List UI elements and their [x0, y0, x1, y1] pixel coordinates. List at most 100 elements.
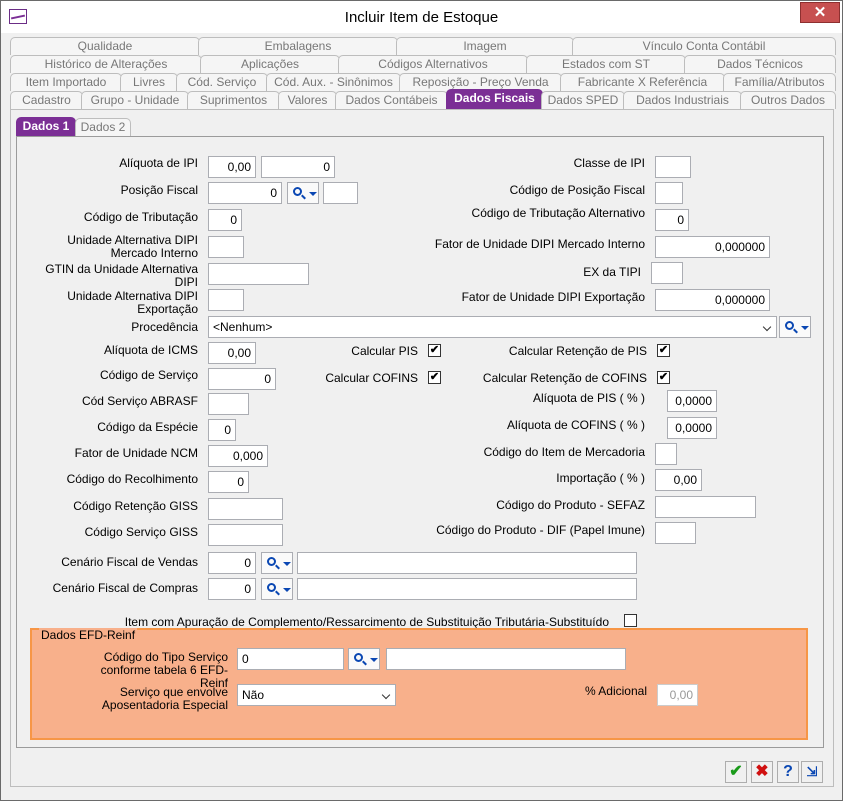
aliquota-cofins-input[interactable]: 0,0000	[667, 417, 717, 439]
cancel-button[interactable]: ✖	[751, 761, 773, 783]
tab-dados-tecnicos[interactable]: Dados Técnicos	[684, 55, 836, 73]
aliquota-ipi-input[interactable]: 0,00	[208, 156, 256, 178]
tab-qualidade[interactable]: Qualidade	[10, 37, 200, 55]
tab-embalagens[interactable]: Embalagens	[198, 37, 398, 55]
cod-servico-abrasf-input[interactable]	[208, 393, 249, 415]
tab-outros-dados[interactable]: Outros Dados	[740, 91, 836, 109]
tab-dados-fiscais[interactable]: Dados Fiscais	[446, 89, 543, 109]
subtab-dados-1[interactable]: Dados 1	[16, 117, 76, 136]
tab-valores[interactable]: Valores	[278, 91, 337, 109]
label-codigo-servico: Código de Serviço	[99, 368, 198, 382]
label-procedencia: Procedência	[131, 320, 198, 334]
label-calcular-cofins: Calcular COFINS	[325, 371, 418, 385]
posicao-fiscal-search-button[interactable]	[287, 182, 319, 204]
subtab-dados-2[interactable]: Dados 2	[75, 118, 131, 136]
tab-cod-aux-sinonimos[interactable]: Cód. Aux. - Sinônimos	[266, 73, 401, 91]
cenario-compras-search-button[interactable]	[261, 578, 293, 600]
adicional-input[interactable]: 0,00	[657, 684, 698, 706]
label-codigo-produto-sefaz: Código do Produto - SEFAZ	[496, 498, 645, 512]
cenario-compras-input[interactable]: 0	[208, 578, 256, 600]
tab-cod-servico[interactable]: Cód. Serviço	[176, 73, 268, 91]
tab-item-importado[interactable]: Item Importado	[10, 73, 122, 91]
label-cod-servico-abrasf: Cód Serviço ABRASF	[81, 394, 198, 408]
label-codigo-tributacao: Código de Tributação	[83, 210, 198, 224]
dropdown-arrow-icon	[309, 192, 317, 196]
calc-ret-pis-checkbox[interactable]: ✔	[657, 344, 670, 357]
gtin-input[interactable]	[208, 263, 309, 285]
help-button[interactable]: ?	[777, 761, 799, 783]
label-ex-tipi: EX da TIPI	[583, 265, 641, 279]
tipo-servico-input[interactable]: 0	[237, 648, 344, 670]
fator-dipi-exp-input[interactable]: 0,000000	[655, 289, 770, 311]
calcular-cofins-checkbox[interactable]: ✔	[428, 371, 441, 384]
aposentadoria-especial-value: Não	[242, 688, 265, 702]
codigo-produto-sefaz-input[interactable]	[655, 496, 756, 518]
codigo-servico-giss-input[interactable]	[208, 524, 283, 546]
label-cenario-vendas: Cenário Fiscal de Vendas	[61, 555, 198, 569]
codigo-recolhimento-input[interactable]: 0	[208, 471, 249, 493]
label-aliquota-icms: Alíquota de ICMS	[103, 343, 198, 357]
posicao-fiscal-input[interactable]: 0	[208, 182, 282, 204]
label-unidade-alternativa-dipi-mi: Unidade Alternativa DIPI Mercado Interno	[67, 233, 198, 260]
tab-fabricante-referencia[interactable]: Fabricante X Referência	[560, 73, 725, 91]
fator-ncm-input[interactable]: 0,000	[208, 445, 268, 467]
close-button[interactable]: ✕	[800, 2, 840, 23]
label-fator-dipi-mi: Fator de Unidade DIPI Mercado Interno	[434, 237, 645, 251]
ex-tipi-input[interactable]	[651, 262, 683, 284]
label-codigo-tributacao-alt: Código de Tributação Alternativo	[471, 206, 645, 220]
label-codigo-retencao-giss: Código Retenção GISS	[73, 499, 198, 513]
calcular-pis-checkbox[interactable]: ✔	[428, 344, 441, 357]
label-posicao-fiscal: Posição Fiscal	[120, 183, 198, 197]
procedencia-search-button[interactable]	[779, 316, 811, 338]
tab-estados-com-st[interactable]: Estados com ST	[526, 55, 686, 73]
cenario-compras-desc-input[interactable]	[297, 578, 637, 600]
label-gtin: GTIN da Unidade Alternativa DIPI	[45, 262, 198, 289]
label-codigo-servico-giss: Código Serviço GISS	[84, 525, 198, 539]
codigo-especie-input[interactable]: 0	[208, 419, 236, 441]
tab-aplicacoes[interactable]: Aplicações	[200, 55, 340, 73]
tipo-servico-desc-input[interactable]	[386, 648, 626, 670]
codigo-tributacao-alt-input[interactable]: 0	[655, 209, 689, 231]
unidade-alternativa-dipi-mi-input[interactable]	[208, 236, 244, 258]
aliquota-icms-input[interactable]: 0,00	[208, 342, 256, 364]
complemento-st-checkbox[interactable]	[624, 614, 637, 627]
ok-button[interactable]: ✔	[725, 761, 747, 783]
label-fator-dipi-exp: Fator de Unidade DIPI Exportação	[461, 290, 645, 304]
codigo-item-mercadoria-input[interactable]	[655, 443, 677, 465]
posicao-fiscal-desc-input[interactable]	[323, 182, 358, 204]
codigo-posicao-fiscal-input[interactable]	[655, 182, 683, 204]
tab-dados-sped[interactable]: Dados SPED	[541, 91, 625, 109]
tab-livres[interactable]: Livres	[120, 73, 178, 91]
tab-codigos-alternativos[interactable]: Códigos Alternativos	[338, 55, 528, 73]
procedencia-select[interactable]: <Nenhum>	[208, 316, 777, 338]
tab-familia-atributos[interactable]: Família/Atributos	[723, 73, 836, 91]
tab-imagem[interactable]: Imagem	[396, 37, 574, 55]
tab-dados-industriais[interactable]: Dados Industriais	[623, 91, 742, 109]
cenario-vendas-input[interactable]: 0	[208, 552, 256, 574]
tab-vinculo-conta-contabil[interactable]: Vínculo Conta Contábil	[572, 37, 836, 55]
calc-ret-cofins-checkbox[interactable]: ✔	[657, 371, 670, 384]
tab-historico-alteracoes[interactable]: Histórico de Alterações	[10, 55, 202, 73]
codigo-servico-input[interactable]: 0	[208, 368, 276, 390]
tab-grupo-unidade[interactable]: Grupo - Unidade	[81, 91, 189, 109]
cenario-vendas-desc-input[interactable]	[297, 552, 637, 574]
cenario-vendas-search-button[interactable]	[261, 552, 293, 574]
chevron-down-icon	[762, 322, 772, 332]
aliquota-ipi-2-input[interactable]: 0	[261, 156, 335, 178]
aposentadoria-especial-select[interactable]: Não	[237, 684, 396, 706]
importacao-input[interactable]: 0,00	[655, 469, 702, 491]
unidade-alternativa-dipi-exp-input[interactable]	[208, 289, 244, 311]
tab-dados-contabeis[interactable]: Dados Contábeis	[335, 91, 448, 109]
aliquota-pis-input[interactable]: 0,0000	[667, 390, 717, 412]
classe-ipi-input[interactable]	[655, 156, 691, 178]
codigo-tributacao-input[interactable]: 0	[208, 209, 242, 231]
fator-dipi-mi-input[interactable]: 0,000000	[655, 236, 770, 258]
exit-button[interactable]: ⇲	[801, 761, 823, 783]
tipo-servico-search-button[interactable]	[348, 648, 380, 670]
tab-suprimentos[interactable]: Suprimentos	[187, 91, 280, 109]
label-calc-ret-cofins: Calcular Retenção de COFINS	[482, 371, 647, 385]
codigo-retencao-giss-input[interactable]	[208, 498, 283, 520]
tab-cadastro[interactable]: Cadastro	[10, 91, 83, 109]
label-codigo-posicao-fiscal: Código de Posição Fiscal	[509, 183, 645, 197]
codigo-produto-dif-input[interactable]	[655, 522, 696, 544]
